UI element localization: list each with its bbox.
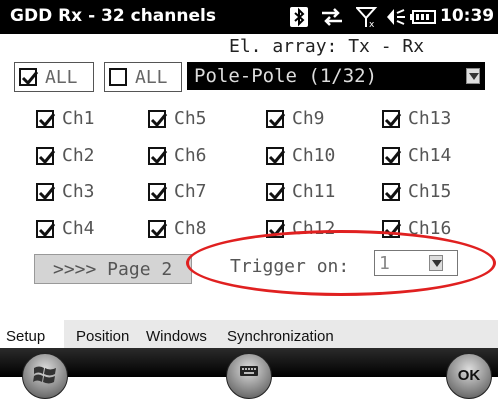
channel-label: Ch11 — [292, 181, 336, 202]
checkbox-checked — [266, 183, 286, 201]
checkbox-checked — [36, 220, 56, 238]
array-type-value: Pole-Pole (1/32) — [194, 65, 378, 87]
checkbox-checked — [266, 147, 286, 165]
deselect-all-label: ALL — [135, 67, 168, 88]
checkbox-checked — [148, 147, 168, 165]
channel-checkbox-ch11[interactable]: Ch11 — [266, 181, 371, 206]
checkbox-checked — [148, 183, 168, 201]
channel-label: Ch6 — [174, 145, 207, 166]
channel-checkbox-ch2[interactable]: Ch2 — [36, 145, 141, 170]
checkbox-unchecked — [109, 68, 127, 86]
tab-position[interactable]: Position — [76, 328, 129, 345]
channel-checkbox-ch9[interactable]: Ch9 — [266, 108, 371, 133]
channel-label: Ch15 — [408, 181, 452, 202]
channel-label: Ch9 — [292, 108, 325, 129]
app-title: GDD Rx - 32 channels — [10, 6, 216, 26]
checkbox-checked — [266, 110, 286, 128]
windows-logo-icon — [33, 366, 56, 384]
title-bar: GDD Rx - 32 channels x 10:39 — [0, 0, 498, 34]
next-page-button[interactable]: >>>> Page 2 — [34, 254, 192, 284]
channel-checkbox-ch3[interactable]: Ch3 — [36, 181, 141, 206]
battery-icon — [410, 10, 436, 29]
channel-checkbox-ch13[interactable]: Ch13 — [382, 108, 487, 133]
channel-label: Ch10 — [292, 145, 336, 166]
channel-checkbox-ch15[interactable]: Ch15 — [382, 181, 487, 206]
channel-checkbox-ch14[interactable]: Ch14 — [382, 145, 487, 170]
signal-off-icon: x — [354, 6, 378, 33]
channel-label: Ch1 — [62, 108, 95, 129]
channel-label: Ch13 — [408, 108, 452, 129]
bluetooth-icon — [290, 7, 308, 32]
sync-icon — [320, 8, 344, 31]
channel-checkbox-ch6[interactable]: Ch6 — [148, 145, 253, 170]
channel-label: Ch3 — [62, 181, 95, 202]
tab-setup[interactable]: Setup — [6, 328, 45, 345]
checkbox-checked — [148, 220, 168, 238]
highlight-ellipse — [186, 230, 496, 296]
select-all-label: ALL — [45, 67, 78, 88]
keyboard-button[interactable] — [226, 353, 272, 399]
channel-checkbox-ch4[interactable]: Ch4 — [36, 218, 141, 243]
checkbox-checked — [148, 110, 168, 128]
tab-windows[interactable]: Windows — [146, 328, 207, 345]
clock: 10:39 — [440, 6, 495, 26]
channel-checkbox-ch7[interactable]: Ch7 — [148, 181, 253, 206]
ok-button[interactable]: OK — [446, 353, 492, 399]
channel-checkbox-ch5[interactable]: Ch5 — [148, 108, 253, 133]
channel-label: Ch5 — [174, 108, 207, 129]
channel-label: Ch7 — [174, 181, 207, 202]
select-all-checkbox[interactable]: ALL — [14, 62, 94, 92]
electrode-array-label: El. array: Tx - Rx — [229, 36, 425, 57]
channel-checkbox-ch10[interactable]: Ch10 — [266, 145, 371, 170]
svg-text:x: x — [369, 20, 375, 28]
deselect-all-checkbox[interactable]: ALL — [104, 62, 182, 92]
channel-label: Ch2 — [62, 145, 95, 166]
array-type-dropdown[interactable]: Pole-Pole (1/32) — [187, 62, 485, 90]
checkbox-checked — [36, 110, 56, 128]
checkbox-checked — [382, 110, 402, 128]
channel-label: Ch4 — [62, 218, 95, 239]
next-page-label: >>>> Page 2 — [53, 259, 173, 280]
keyboard-icon — [240, 366, 258, 376]
tab-synchronization[interactable]: Synchronization — [227, 328, 334, 345]
chevron-down-icon[interactable] — [466, 68, 480, 84]
ok-label: OK — [457, 367, 481, 384]
volume-icon — [384, 7, 406, 32]
checkbox-checked — [19, 68, 39, 86]
checkbox-checked — [382, 183, 402, 201]
channel-checkbox-ch1[interactable]: Ch1 — [36, 108, 141, 133]
checkbox-checked — [36, 147, 56, 165]
windows-start-button[interactable] — [22, 353, 68, 399]
channel-label: Ch8 — [174, 218, 207, 239]
channel-label: Ch14 — [408, 145, 452, 166]
checkbox-checked — [382, 147, 402, 165]
checkbox-checked — [36, 183, 56, 201]
